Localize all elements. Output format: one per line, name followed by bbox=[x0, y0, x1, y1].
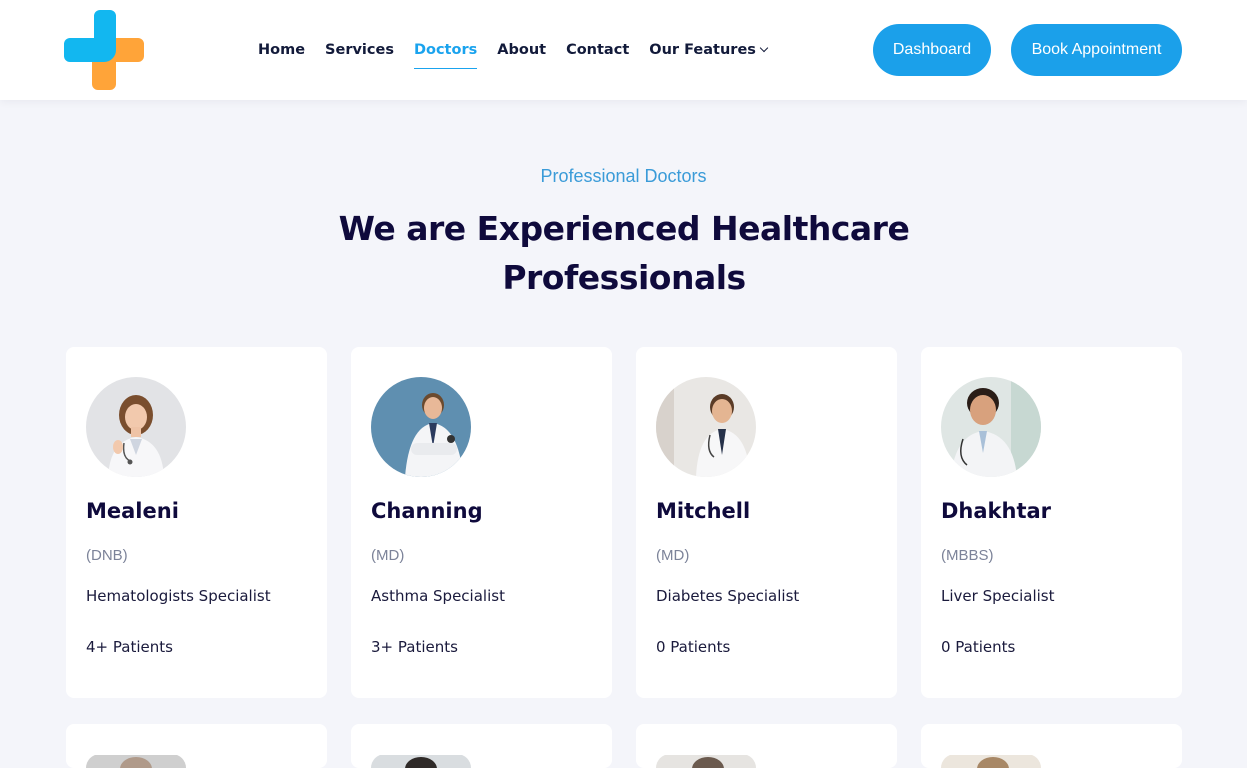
doctor-specialty: Asthma Specialist bbox=[371, 587, 505, 605]
doctor-avatar bbox=[941, 754, 1041, 768]
doctor-patients-count: 0 Patients bbox=[656, 638, 731, 656]
doctor-specialty: Hematologists Specialist bbox=[86, 587, 271, 605]
doctor-name: Mitchell bbox=[656, 499, 751, 523]
doctor-card[interactable]: Dhakhtar (MBBS) Liver Specialist 0 Patie… bbox=[921, 347, 1182, 698]
doctor-patients-count: 4+ Patients bbox=[86, 638, 173, 656]
medical-cross-logo[interactable] bbox=[64, 10, 144, 90]
doctor-patients-count: 0 Patients bbox=[941, 638, 1016, 656]
doctor-card[interactable] bbox=[66, 724, 327, 768]
doctor-card[interactable] bbox=[921, 724, 1182, 768]
doctor-card[interactable] bbox=[351, 724, 612, 768]
doctor-specialty: Diabetes Specialist bbox=[656, 587, 800, 605]
nav-contact[interactable]: Contact bbox=[566, 38, 629, 62]
doctor-avatar bbox=[656, 754, 756, 768]
book-appointment-button[interactable]: Book Appointment bbox=[1011, 24, 1182, 76]
section-title: We are Experienced Healthcare Profession… bbox=[324, 204, 924, 302]
main-nav: Home Services Doctors About Contact Our … bbox=[258, 38, 787, 69]
site-header: Home Services Doctors About Contact Our … bbox=[0, 0, 1247, 100]
doctor-card[interactable]: Mitchell (MD) Diabetes Specialist 0 Pati… bbox=[636, 347, 897, 698]
chevron-down-icon bbox=[759, 43, 769, 53]
doctor-avatar bbox=[941, 377, 1041, 477]
nav-our-features[interactable]: Our Features bbox=[649, 38, 769, 62]
nav-doctors[interactable]: Doctors bbox=[413, 38, 478, 69]
section-title-line2: Professionals bbox=[502, 258, 746, 297]
doctor-avatar bbox=[86, 377, 186, 477]
doctor-degree: (MD) bbox=[656, 547, 690, 564]
doctor-name: Channing bbox=[371, 499, 483, 523]
section-eyebrow: Professional Doctors bbox=[540, 166, 707, 186]
nav-about[interactable]: About bbox=[497, 38, 546, 62]
section-title-line1: We are Experienced Healthcare bbox=[338, 209, 910, 248]
doctor-avatar bbox=[656, 377, 756, 477]
doctor-name: Dhakhtar bbox=[941, 499, 1052, 523]
dashboard-button[interactable]: Dashboard bbox=[873, 24, 991, 76]
doctor-name: Mealeni bbox=[86, 499, 179, 523]
doctor-avatar bbox=[371, 377, 471, 477]
nav-home[interactable]: Home bbox=[258, 38, 305, 62]
doctor-card[interactable] bbox=[636, 724, 897, 768]
doctor-degree: (MBBS) bbox=[941, 547, 994, 564]
doctor-specialty: Liver Specialist bbox=[941, 587, 1055, 605]
doctor-avatar bbox=[371, 754, 471, 768]
doctor-avatar bbox=[86, 754, 186, 768]
doctor-patients-count: 3+ Patients bbox=[371, 638, 458, 656]
doctor-degree: (MD) bbox=[371, 547, 405, 564]
doctor-card[interactable]: Mealeni (DNB) Hematologists Specialist 4… bbox=[66, 347, 327, 698]
nav-our-features-label: Our Features bbox=[649, 42, 756, 58]
nav-services[interactable]: Services bbox=[325, 38, 394, 62]
doctor-card[interactable]: Channing (MD) Asthma Specialist 3+ Patie… bbox=[351, 347, 612, 698]
doctor-degree: (DNB) bbox=[86, 547, 128, 564]
